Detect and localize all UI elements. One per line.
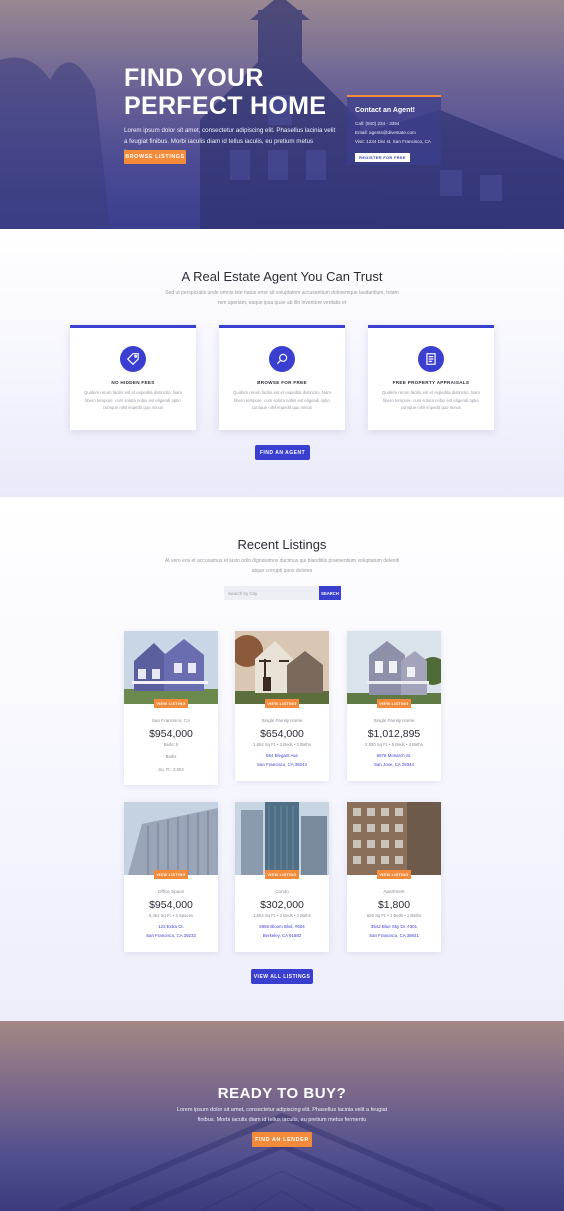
listing-baths: Baths — [165, 754, 177, 759]
agent-call: Call: (940) 234 - 3354 — [355, 121, 400, 126]
tag-icon — [120, 346, 146, 372]
feature-title: FREE PROPERTY APPRAISALS — [392, 380, 470, 385]
listing-photo — [124, 802, 218, 875]
search-icon — [269, 346, 295, 372]
view-listing-button[interactable]: VIEW LISTING — [154, 699, 188, 708]
listing-type: Office Space — [157, 889, 185, 894]
view-listing-button[interactable]: VIEW LISTING — [265, 870, 299, 879]
listing-price: $302,000 — [260, 899, 304, 911]
listing-photo — [347, 802, 441, 875]
listing-address-line2[interactable]: San Francisco, CA 39841 — [347, 931, 441, 940]
document-icon — [418, 346, 444, 372]
view-listing-button[interactable]: VIEW LISTING — [154, 870, 188, 879]
view-listing-button[interactable]: VIEW LISTING — [377, 699, 411, 708]
feature-text: Quidem rerum facilis est et expedita dis… — [382, 390, 480, 410]
listing-address-line1[interactable]: 6578 Monarch St. — [347, 751, 441, 760]
agent-email[interactable]: Email: agents@divestate.com — [355, 128, 433, 137]
listing-type: Single Family Home — [373, 718, 415, 723]
listing-address-line1[interactable]: 6965 Bloom Blvd. #604 — [235, 922, 329, 931]
listing-price: $1,012,895 — [367, 728, 421, 740]
listing-photo — [235, 631, 329, 704]
feature-text: Quidem rerum facilis est et expedita dis… — [84, 390, 182, 410]
listing-photo — [124, 631, 218, 704]
listing-sqft: Sq. Ft.: 2,503 — [158, 767, 184, 772]
contact-agent-card: Contact an Agent! Call: (940) 234 - 3354… — [347, 95, 441, 165]
trust-title: A Real Estate Agent You Can Trust — [181, 269, 383, 284]
hero-title-line1: FIND YOUR — [124, 64, 264, 92]
find-lender-button[interactable]: FIND AN LENDER — [252, 1132, 312, 1147]
city-search-input[interactable]: Search by City — [224, 586, 319, 600]
listing-card[interactable]: VIEW LISTING San Francisco, CA $954,000 … — [124, 631, 218, 785]
trust-section: A Real Estate Agent You Can Trust Sed ut… — [0, 229, 564, 497]
listing-price: $954,000 — [149, 728, 193, 740]
trust-subtitle: Sed ut perspiciatis unde omnis iste natu… — [165, 290, 399, 306]
view-all-listings-button[interactable]: VIEW ALL LISTINGS — [251, 969, 313, 984]
find-agent-button[interactable]: FIND AN AGENT — [255, 445, 310, 460]
feature-title: BROWSE FOR FREE — [257, 380, 307, 385]
search-button[interactable]: SEARCH — [319, 586, 341, 600]
feature-title: NO HIDDEN FEES — [111, 380, 155, 385]
listing-price: $1,800 — [377, 899, 411, 911]
hero-title: FIND YOUR PERFECT HOME — [124, 64, 344, 120]
listing-address-line2[interactable]: San Francisco, CA 39232 — [124, 931, 218, 940]
listing-meta: 650 Sq Ft. • 1 Beds • 1 Baths — [366, 913, 422, 918]
listing-photo — [235, 802, 329, 875]
listing-address-line2[interactable]: San Jose, CA 28344 — [347, 760, 441, 769]
listing-meta: 5,452 Sq Ft. • 3 Spaces — [148, 913, 194, 918]
listing-card[interactable]: VIEW LISTING Condo $302,000 1,654 Sq Ft.… — [235, 802, 329, 952]
listing-price: $654,000 — [260, 728, 304, 740]
listing-address-line1[interactable]: 564 Elegant Ave — [235, 751, 329, 760]
listing-address-line1[interactable]: 123 Extra Ct. — [124, 922, 218, 931]
listing-type: San Francisco, CA — [151, 718, 191, 723]
listing-card[interactable]: VIEW LISTING Single Family Home $1,012,8… — [347, 631, 441, 781]
listing-meta: 1,654 Sq Ft. • 2 Beds • 2 Baths — [253, 913, 311, 918]
listing-address-line2[interactable]: San Francisco, CA 39244 — [235, 760, 329, 769]
listings-subtitle: At vero eos et accusamus et iusto odio d… — [164, 558, 400, 574]
listing-card[interactable]: VIEW LISTING Office Space $954,000 5,452… — [124, 802, 218, 952]
listing-card[interactable]: VIEW LISTING Single Family Home $654,000… — [235, 631, 329, 781]
browse-listings-button[interactable]: BROWSE LISTINGS — [124, 150, 186, 164]
hero-section: FIND YOUR PERFECT HOME Lorem ipsum dolor… — [0, 0, 564, 229]
cta-title: READY TO BUY? — [217, 1085, 347, 1102]
listing-type: Condo — [275, 889, 289, 894]
listings-section: Recent Listings At vero eos et accusamus… — [0, 497, 564, 1021]
listing-photo — [347, 631, 441, 704]
cta-section: READY TO BUY? Lorem ipsum dolor sit amet… — [0, 1021, 564, 1211]
listing-price: $954,000 — [149, 899, 193, 911]
view-listing-button[interactable]: VIEW LISTING — [265, 699, 299, 708]
feature-card-no-hidden-fees: NO HIDDEN FEES Quidem rerum facilis est … — [70, 325, 196, 430]
listing-address-line1[interactable]: 3542 Blue Sky Dr. #301 — [347, 922, 441, 931]
register-button[interactable]: REGISTER FOR FREE — [355, 153, 410, 162]
view-listing-button[interactable]: VIEW LISTING — [377, 870, 411, 879]
listing-address-line2[interactable]: Berkeley, CA 91882 — [235, 931, 329, 940]
listing-type: Single Family Home — [261, 718, 303, 723]
listing-card[interactable]: VIEW LISTING Apartment $1,800 650 Sq Ft.… — [347, 802, 441, 952]
hero-title-line2: PERFECT HOME — [124, 92, 327, 120]
listings-title: Recent Listings — [237, 537, 327, 552]
contact-agent-title: Contact an Agent! — [355, 107, 416, 114]
cta-text: Lorem ipsum dolor sit amet, consectetur … — [176, 1107, 388, 1123]
listing-meta: 2,930 Sq Ft. • 5 Beds • 4 Baths — [365, 742, 423, 747]
listing-meta: 1,654 Sq Ft. • 2 Beds • 2 Baths — [253, 742, 311, 747]
agent-visit: Visit: 1234 Divi st. San Francisco, CA — [355, 139, 431, 144]
feature-card-browse-for-free: BROWSE FOR FREE Quidem rerum facilis est… — [219, 325, 345, 430]
listing-type: Apartment — [383, 889, 405, 894]
feature-text: Quidem rerum facilis est et expedita dis… — [233, 390, 331, 410]
listing-beds: Beds: 5 — [163, 742, 179, 747]
feature-card-free-appraisals: FREE PROPERTY APPRAISALS Quidem rerum fa… — [368, 325, 494, 430]
